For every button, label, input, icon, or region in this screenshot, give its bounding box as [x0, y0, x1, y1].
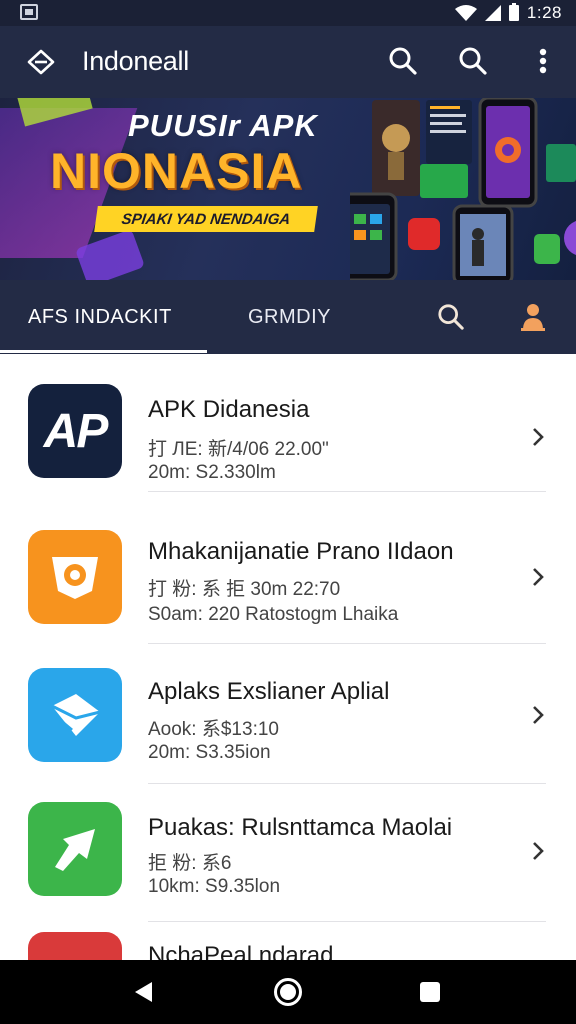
- icon-text: AP: [43, 404, 109, 458]
- list-item[interactable]: Aplaks Exslianer Aplial Aook: 系$13:10 20…: [0, 646, 576, 784]
- status-bar: 1:28: [0, 0, 576, 26]
- envelope-icon: [28, 668, 122, 762]
- status-time: 1:28: [526, 3, 562, 22]
- app-title: Indoneall: [82, 46, 189, 76]
- camera-badge-icon: [28, 530, 122, 624]
- banner-title-line1: PUUSIr APK: [128, 108, 318, 143]
- search-icon[interactable]: [434, 300, 468, 334]
- item-title: Mhakanijanatie Prano IIdaon: [148, 538, 454, 565]
- item-title: Aplaks Exslianer Aplial: [148, 678, 390, 705]
- item-meta: S0am: 220 Ratostogm Lhaika: [148, 604, 399, 625]
- arrow-share-icon: [28, 802, 122, 896]
- tab-grmdiy[interactable]: GRMDIY: [248, 306, 331, 329]
- app-logo-icon[interactable]: [26, 48, 56, 76]
- battery-icon: [508, 3, 519, 21]
- item-meta: 拒 粉: 系6: [148, 853, 232, 874]
- search-icon[interactable]: [386, 44, 420, 78]
- chevron-right-icon: [533, 842, 544, 860]
- search-icon[interactable]: [456, 44, 490, 78]
- promo-banner[interactable]: PUUSIr APK NIONASIA SPIAKI YAD NENDAIGA: [0, 98, 576, 280]
- status-right: 1:28: [454, 2, 562, 24]
- chevron-right-icon: [533, 428, 544, 446]
- back-icon[interactable]: [132, 980, 156, 1004]
- banner-title-line2: NIONASIA: [50, 143, 303, 199]
- app-bar: Indoneall: [0, 26, 576, 98]
- list-item[interactable]: Mhakanijanatie Prano IIdaon 打 粉: 系 拒 30m…: [0, 506, 576, 644]
- tab-apk-indackit[interactable]: AFS INDACKIT: [28, 306, 172, 329]
- item-meta: 20m: S3.35ion: [148, 742, 271, 763]
- item-meta: 10km: S9.35lon: [148, 876, 281, 897]
- user-icon[interactable]: [516, 300, 550, 334]
- banner-phones-illustration: [340, 98, 576, 280]
- tab-bar: AFS INDACKIT GRMDIY: [0, 280, 576, 354]
- item-meta: 20m: S2.330lm: [148, 462, 276, 483]
- item-meta: 打 粉: 系 拒 30m 22:70: [148, 579, 341, 600]
- divider: [148, 643, 546, 644]
- system-nav-bar: [0, 960, 576, 1024]
- chevron-right-icon: [533, 706, 544, 724]
- list-item[interactable]: NchaPeal ndarad: [0, 920, 576, 960]
- red-app-icon: [28, 932, 122, 960]
- item-meta: 打 ЛЕ: 新/4/06 22.00": [148, 439, 329, 460]
- item-title: NchaPeal ndarad: [148, 942, 334, 960]
- divider: [148, 491, 546, 492]
- signal-icon: [484, 5, 501, 21]
- banner-tagline: SPIAKI YAD NENDAIGA: [94, 206, 318, 232]
- app-list: AP APK Didanesia 打 ЛЕ: 新/4/06 22.00" 20m…: [0, 354, 576, 960]
- wifi-icon: [454, 5, 477, 21]
- item-title: Puakas: Rulsnttamca Maolai: [148, 814, 453, 841]
- home-icon[interactable]: [274, 978, 302, 1006]
- recents-icon[interactable]: [420, 982, 440, 1002]
- ap-logo-icon: AP: [28, 384, 122, 478]
- more-vert-icon[interactable]: [526, 44, 560, 78]
- screenshot-icon: [20, 4, 38, 20]
- item-title: APK Didanesia: [148, 396, 310, 423]
- item-meta: Aook: 系$13:10: [148, 719, 279, 740]
- tab-selected-indicator: [0, 350, 207, 353]
- list-item[interactable]: Puakas: Rulsnttamca Maolai 拒 粉: 系6 10km:…: [0, 784, 576, 922]
- list-item[interactable]: AP APK Didanesia 打 ЛЕ: 新/4/06 22.00" 20m…: [0, 354, 576, 492]
- chevron-right-icon: [533, 568, 544, 586]
